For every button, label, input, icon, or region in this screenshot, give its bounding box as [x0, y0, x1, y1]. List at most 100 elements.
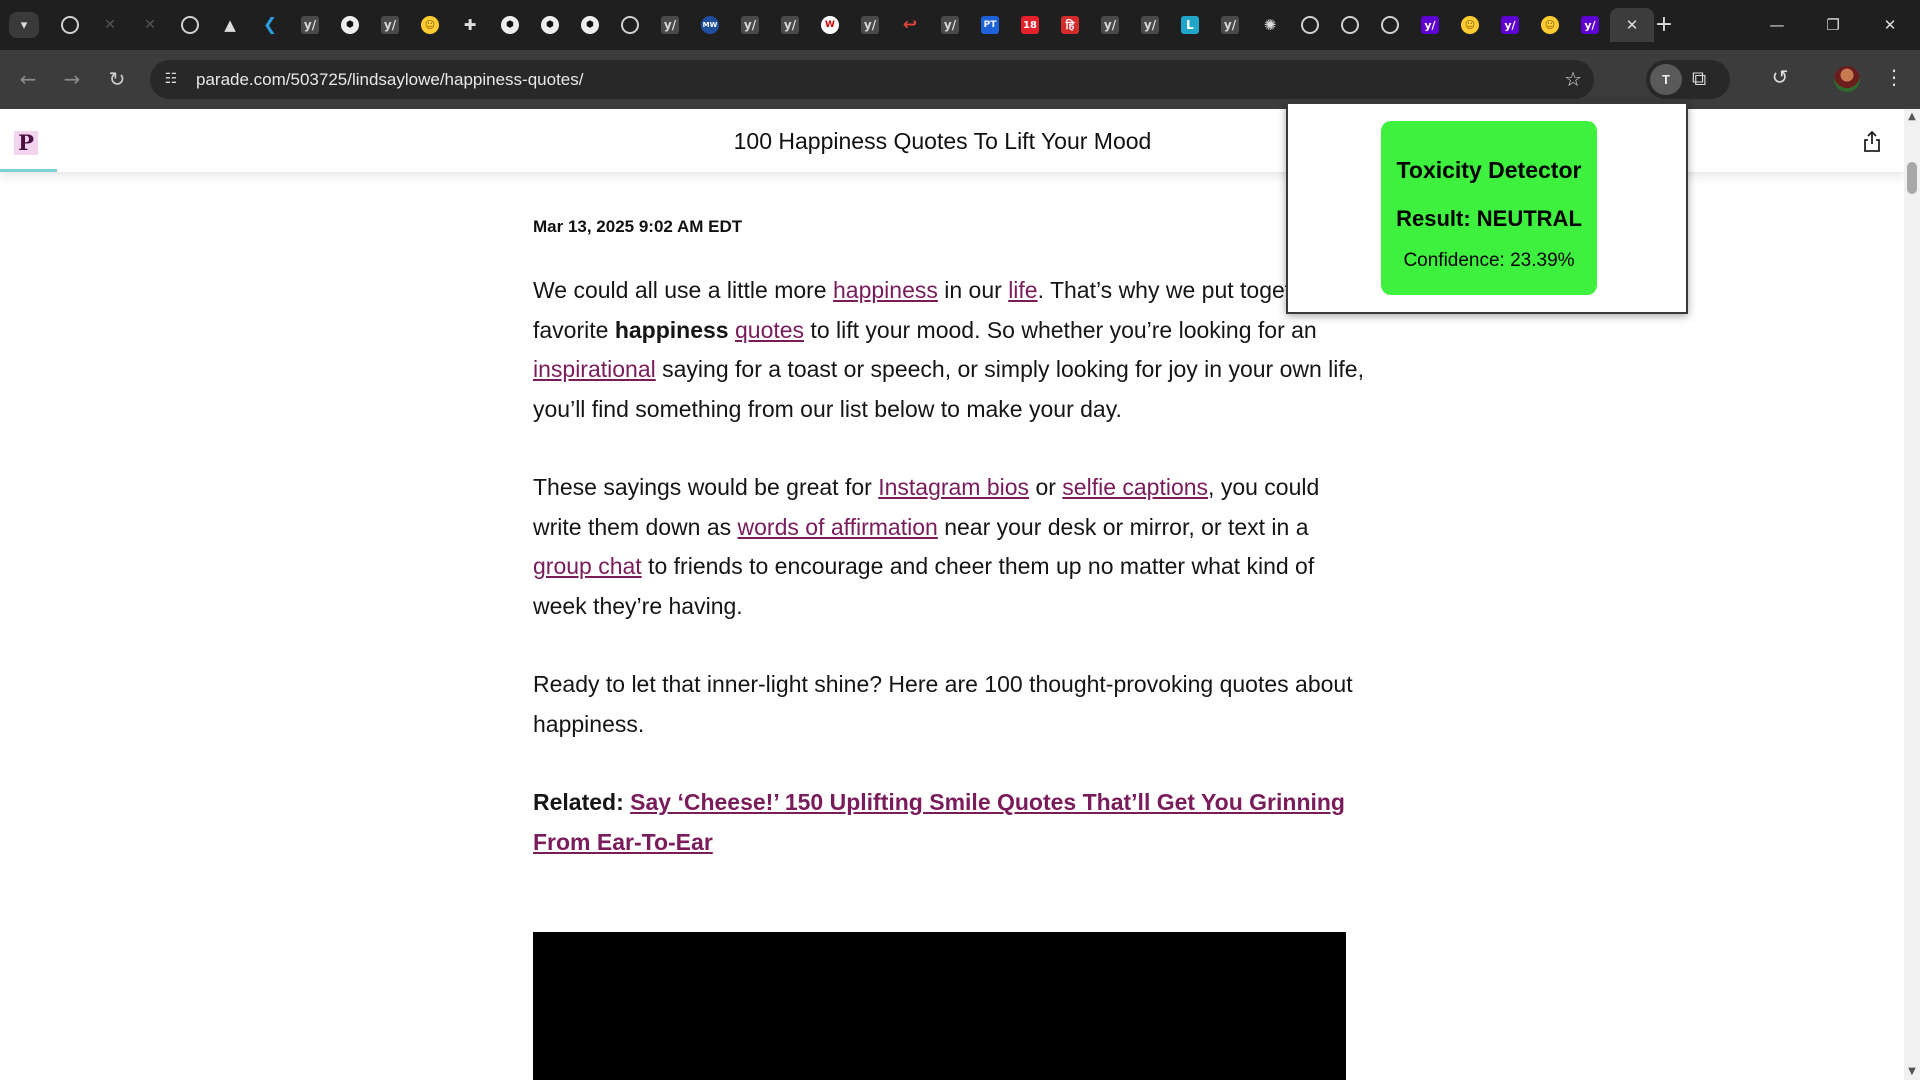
browser-tab[interactable]: MW — [690, 8, 730, 42]
url-text[interactable]: parade.com/503725/lindsaylowe/happiness-… — [196, 70, 583, 90]
browser-tab[interactable]: L — [1170, 8, 1210, 42]
text: near your desk or mirror, or text in a — [937, 513, 1309, 540]
browser-tab[interactable]: y/ — [1410, 8, 1450, 42]
scroll-up-arrow[interactable]: ▲ — [1904, 109, 1920, 125]
link-words-of-affirmation[interactable]: words of affirmation — [738, 514, 938, 540]
text: saying for a toast or speech, or simply … — [533, 356, 1364, 422]
browser-tab[interactable]: ❮ — [250, 8, 290, 42]
back-button[interactable]: ← — [13, 64, 43, 94]
browser-tab[interactable]: ↩ — [890, 8, 930, 42]
browser-tab[interactable]: ⬢ — [490, 8, 530, 42]
browser-tab[interactable]: ☺ — [1530, 8, 1570, 42]
browser-tab[interactable]: y/ — [930, 8, 970, 42]
text: in our — [937, 277, 1009, 303]
yahoo-icon: y/ — [1421, 16, 1439, 34]
text: These sayings would be great for — [533, 474, 879, 500]
globe-icon — [181, 16, 199, 34]
browser-tab[interactable]: ⬢ — [530, 8, 570, 42]
browser-tab[interactable]: W — [810, 8, 850, 42]
browser-tab[interactable] — [610, 8, 650, 42]
detector-result: Result: NEUTRAL — [1396, 206, 1582, 231]
link-inspirational[interactable]: inspirational — [533, 356, 656, 382]
history-icon[interactable]: ↺ — [1765, 65, 1795, 89]
ycombinator-icon: y/ — [781, 16, 799, 34]
browser-tab[interactable]: ☺ — [410, 8, 450, 42]
video-player[interactable] — [533, 932, 1346, 1080]
hexagon-icon: ⬢ — [541, 16, 559, 34]
wikipedia-icon: W — [821, 16, 839, 34]
browser-tab[interactable] — [1290, 8, 1330, 42]
merriam-webster-icon: MW — [701, 16, 719, 34]
browser-tab[interactable]: y/ — [290, 8, 330, 42]
browser-tab[interactable]: ✚ — [450, 8, 490, 42]
browser-tab[interactable]: PT — [970, 8, 1010, 42]
paragraph-intro: We could all use a little more happiness… — [533, 271, 1373, 429]
text: to friends to encourage and cheer them u… — [533, 553, 1315, 619]
browser-tab[interactable]: ✕ — [130, 8, 170, 42]
link-quotes[interactable]: quotes — [735, 317, 804, 343]
detector-title: Toxicity Detector — [1396, 157, 1582, 183]
reload-button[interactable]: ↻ — [102, 64, 132, 94]
toxicity-extension-button[interactable]: T — [1650, 64, 1682, 95]
browser-tab[interactable]: ✺ — [1250, 8, 1290, 42]
browser-tab[interactable]: हि — [1050, 8, 1090, 42]
tab-search-button[interactable]: ▾ — [9, 12, 39, 38]
browser-tab[interactable]: ✕ — [90, 8, 130, 42]
extension-popup: Toxicity Detector Result: NEUTRAL Confid… — [1286, 102, 1688, 314]
browser-tab[interactable]: 18 — [1010, 8, 1050, 42]
close-window-button[interactable]: ✕ — [1870, 10, 1910, 40]
share-icon[interactable] — [1862, 131, 1882, 153]
new-tab-button[interactable]: + — [1650, 12, 1678, 38]
news18-icon: 18 — [1021, 16, 1039, 34]
browser-tab[interactable] — [170, 8, 210, 42]
publish-date: Mar 13, 2025 9:02 AM EDT — [533, 217, 743, 236]
huggingface-icon: ☺ — [1541, 16, 1559, 34]
link-instagram-bios[interactable]: Instagram bios — [878, 474, 1029, 500]
link-selfie-captions[interactable]: selfie captions — [1062, 474, 1208, 500]
browser-tab[interactable] — [1330, 8, 1370, 42]
paragraph-uses: These sayings would be great for Instagr… — [533, 468, 1373, 626]
browser-tab[interactable]: y/ — [1090, 8, 1130, 42]
link-group-chat[interactable]: group chat — [533, 553, 642, 579]
browser-tab[interactable] — [1370, 8, 1410, 42]
active-tab[interactable]: ✕ — [1610, 8, 1654, 42]
extensions-puzzle-icon[interactable]: ⧉ — [1692, 66, 1706, 90]
bookmark-star-icon[interactable]: ☆ — [1564, 67, 1582, 91]
browser-tab[interactable]: y/ — [1570, 8, 1610, 42]
pt-icon: PT — [981, 16, 999, 34]
google-drive-icon: ▲ — [224, 16, 236, 34]
browser-tab[interactable]: y/ — [650, 8, 690, 42]
page-scrollbar[interactable]: ▲ ▼ — [1904, 109, 1920, 1080]
site-info-icon[interactable]: ☷ — [161, 69, 181, 89]
link-happiness[interactable]: happiness — [833, 277, 938, 303]
browser-tab[interactable]: y/ — [770, 8, 810, 42]
minimize-button[interactable]: — — [1757, 10, 1797, 40]
browser-tab[interactable]: y/ — [730, 8, 770, 42]
hindi-news-icon: हि — [1061, 16, 1079, 34]
toxicity-result-card: Toxicity Detector Result: NEUTRAL Confid… — [1381, 121, 1597, 295]
address-bar[interactable]: ☷ parade.com/503725/lindsaylowe/happines… — [150, 60, 1594, 99]
scroll-down-arrow[interactable]: ▼ — [1904, 1064, 1920, 1080]
browser-tab[interactable]: y/ — [370, 8, 410, 42]
browser-tab[interactable]: y/ — [1210, 8, 1250, 42]
grid-icon: ✕ — [144, 17, 156, 33]
tab-close-icon[interactable]: ✕ — [1626, 16, 1639, 34]
browser-tab[interactable]: y/ — [850, 8, 890, 42]
browser-tab[interactable]: ☺ — [1450, 8, 1490, 42]
related-link[interactable]: Say ‘Cheese!’ 150 Uplifting Smile Quotes… — [533, 789, 1345, 855]
logo-underline — [0, 169, 57, 172]
related-line: Related: Say ‘Cheese!’ 150 Uplifting Smi… — [533, 783, 1373, 862]
browser-tab[interactable] — [50, 8, 90, 42]
profile-avatar[interactable] — [1834, 66, 1860, 92]
restore-button[interactable]: ❐ — [1813, 10, 1853, 40]
browser-tab[interactable]: y/ — [1130, 8, 1170, 42]
link-life[interactable]: life — [1008, 277, 1037, 303]
browser-tab[interactable]: ⬢ — [330, 8, 370, 42]
menu-kebab-icon[interactable]: ⋮ — [1879, 65, 1909, 89]
ycombinator-icon: y/ — [1141, 16, 1159, 34]
forward-button[interactable]: → — [57, 64, 87, 94]
scroll-thumb[interactable] — [1907, 162, 1917, 194]
browser-tab[interactable]: ⬢ — [570, 8, 610, 42]
browser-tab[interactable]: y/ — [1490, 8, 1530, 42]
browser-tab[interactable]: ▲ — [210, 8, 250, 42]
